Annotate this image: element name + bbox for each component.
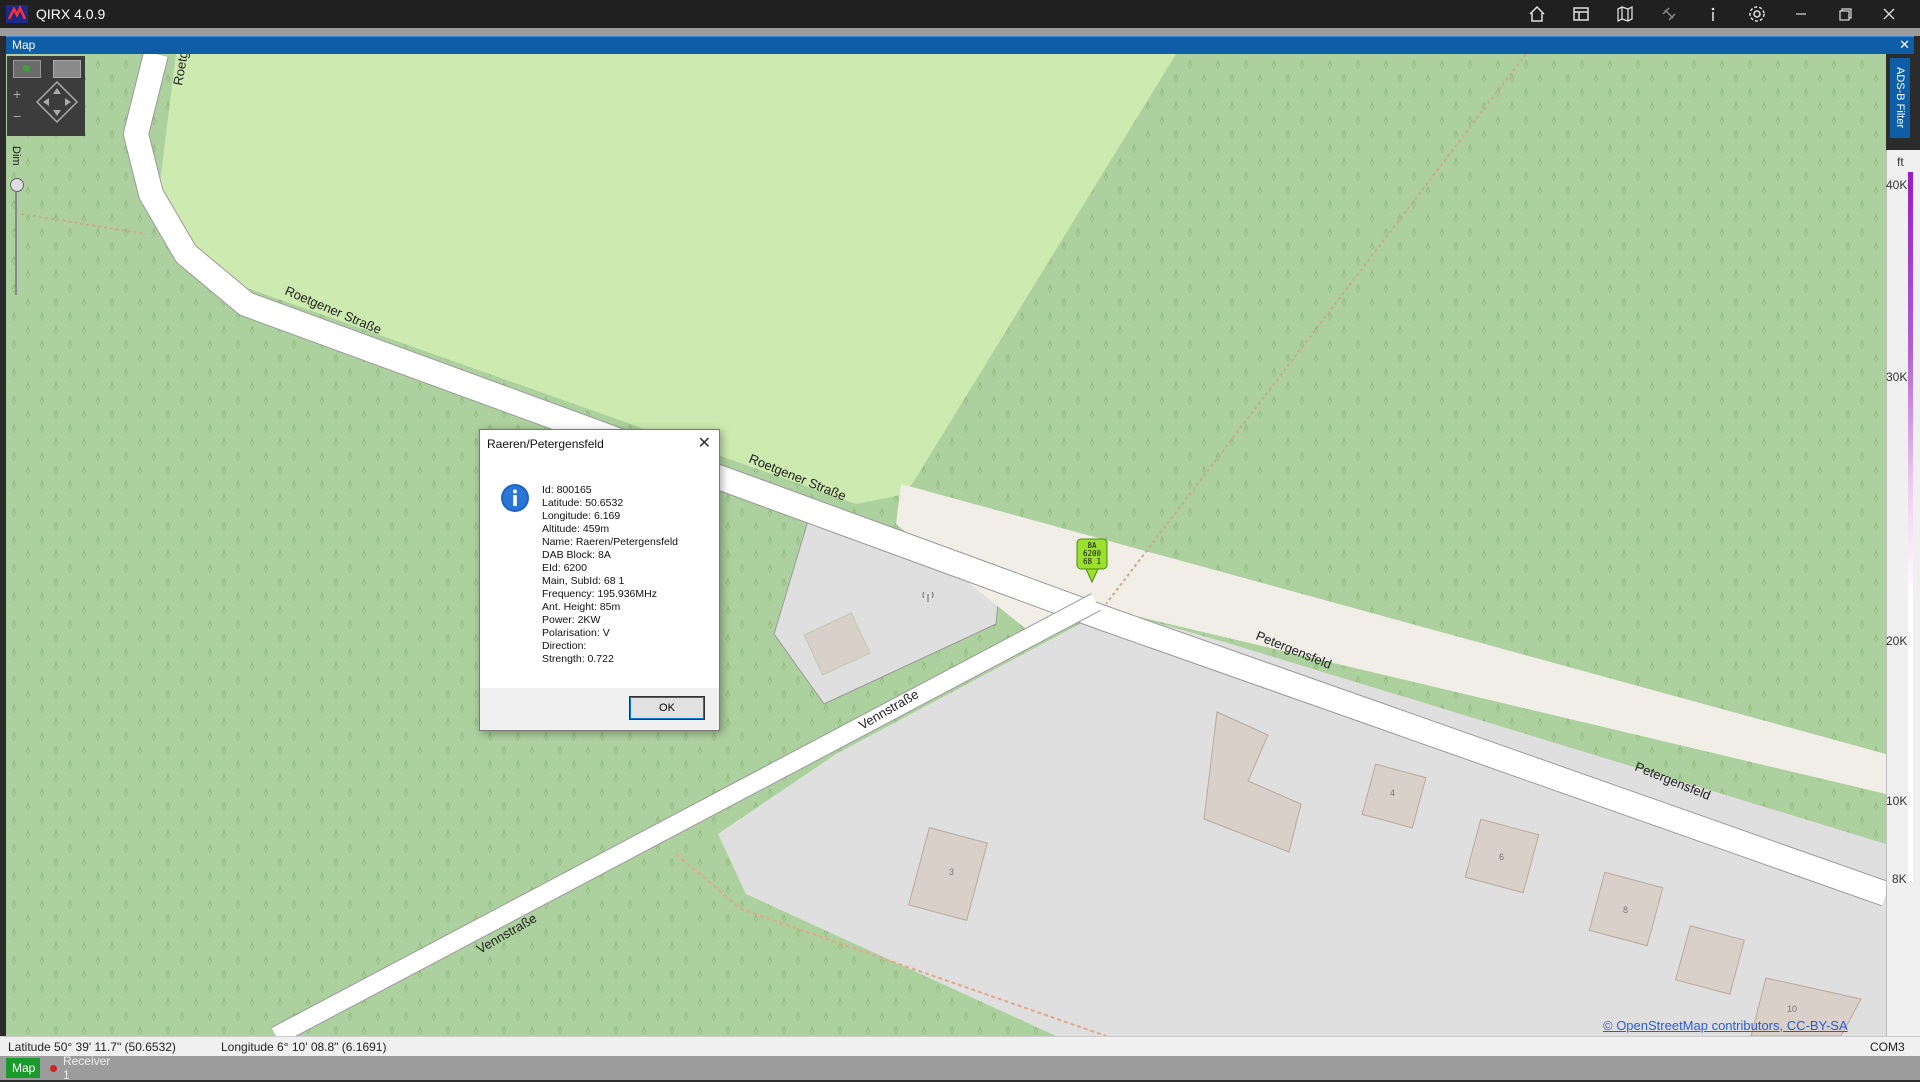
detail-line: Latitude: 50.6532 <box>542 497 624 509</box>
detail-line: Strength: 0.722 <box>542 653 614 665</box>
dialog-title: Raeren/Petergensfeld <box>487 437 604 451</box>
house-number: 10 <box>1787 1004 1797 1014</box>
map-layer-button[interactable] <box>13 60 41 78</box>
altitude-tick: 40K <box>1886 178 1908 192</box>
status-bar: Latitude 50° 39' 11.7" (50.6532) Longitu… <box>0 1036 1920 1057</box>
tab-map[interactable]: Map <box>6 1058 40 1078</box>
detail-line: Polarisation: V <box>542 627 610 639</box>
adsb-filter-label: ADS-B Filter <box>1894 67 1906 129</box>
map-icon[interactable] <box>1603 0 1647 28</box>
status-longitude: Longitude 6° 10' 08.8" (6.1691) <box>221 1040 387 1054</box>
dim-slider-handle[interactable] <box>10 178 24 192</box>
map-view[interactable]: 3 4 6 8 10 Roetgener Straße Roetgener St… <box>6 54 1886 1036</box>
panel-title: Map <box>12 38 36 52</box>
title-bar: QIRX 4.0.9 <box>0 0 1920 28</box>
close-icon[interactable] <box>1867 0 1911 28</box>
detail-line: Name: Raeren/Petergensfeld <box>542 536 678 548</box>
info-icon[interactable] <box>1691 0 1735 28</box>
transmitter-info-dialog: Raeren/Petergensfeld ✕ Id: 800165 Latitu… <box>479 429 720 731</box>
dim-label: Dim <box>10 146 22 166</box>
detail-line: Main, SubId: 68 1 <box>542 575 625 587</box>
house-number: 3 <box>949 867 954 877</box>
house-number: 8 <box>1623 905 1628 915</box>
gear-icon[interactable] <box>1735 0 1779 28</box>
map-canvas[interactable]: 3 4 6 8 10 Roetgener Straße Roetgener St… <box>6 54 1886 1036</box>
detail-line: Frequency: 195.936MHz <box>542 588 657 600</box>
receiver-status-dot <box>50 1064 57 1072</box>
altitude-unit: ft <box>1897 155 1904 169</box>
bottom-tab-bar: Map Receiver 1 <box>0 1054 1920 1082</box>
satellite-icon[interactable] <box>1647 0 1691 28</box>
detail-line: Altitude: 459m <box>542 523 610 535</box>
detail-line: Longitude: 6.169 <box>542 510 621 522</box>
zoom-in-button[interactable]: + <box>13 86 21 102</box>
ok-button[interactable]: OK <box>629 696 705 720</box>
tab-map-label: Map <box>12 1061 36 1075</box>
status-latitude: Latitude 50° 39' 11.7" (50.6532) <box>8 1040 176 1054</box>
information-icon <box>500 483 530 513</box>
altitude-scale <box>1886 150 1920 1036</box>
minimize-icon[interactable] <box>1779 0 1823 28</box>
pan-control[interactable] <box>35 80 79 124</box>
detail-line: EId: 6200 <box>542 562 587 574</box>
altitude-tick: 8K <box>1892 872 1907 886</box>
altitude-tick: 10K <box>1886 794 1908 808</box>
app-logo-icon <box>6 4 28 23</box>
altitude-tick: 30K <box>1886 370 1908 384</box>
satellite-layer-button[interactable] <box>53 60 81 78</box>
detail-line: Ant. Height: 85m <box>542 601 621 613</box>
status-port: COM3 <box>1870 1040 1905 1054</box>
zoom-out-button[interactable]: − <box>13 108 21 124</box>
map-panel-header: Map ✕ <box>6 36 1914 54</box>
layout-icon[interactable] <box>1559 0 1603 28</box>
dialog-details: Id: 800165 Latitude: 50.6532 Longitude: … <box>542 484 678 666</box>
dim-slider-track[interactable] <box>15 180 17 295</box>
window-title: QIRX 4.0.9 <box>36 6 106 22</box>
osm-attribution-link[interactable]: © OpenStreetMap contributors, CC-BY-SA <box>1603 1018 1848 1033</box>
house-number: 6 <box>1499 852 1504 862</box>
detail-line: Id: 800165 <box>542 484 592 496</box>
house-number: 4 <box>1390 788 1395 798</box>
altitude-tick: 20K <box>1886 634 1908 648</box>
altitude-color-bar <box>1908 172 1913 882</box>
adsb-filter-tab[interactable]: ADS-B Filter <box>1890 58 1910 138</box>
marker-subid: 68 1 <box>1083 557 1101 566</box>
dialog-close-icon[interactable]: ✕ <box>698 433 711 453</box>
map-controls: + − <box>7 56 85 136</box>
tab-receiver-1[interactable]: Receiver 1 <box>44 1054 126 1082</box>
detail-line: DAB Block: 8A <box>542 549 611 561</box>
panel-close-icon[interactable]: ✕ <box>1899 37 1910 53</box>
detail-line: Direction: <box>542 640 587 652</box>
maximize-icon[interactable] <box>1823 0 1867 28</box>
tab-receiver-label: Receiver 1 <box>62 1054 111 1082</box>
home-icon[interactable] <box>1515 0 1559 28</box>
detail-line: Power: 2KW <box>542 614 601 626</box>
separator <box>0 28 1920 36</box>
